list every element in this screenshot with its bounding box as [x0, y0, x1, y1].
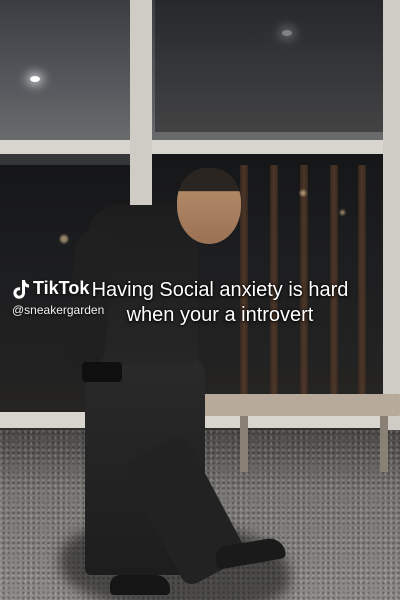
window-pane — [155, 0, 385, 132]
caption-line-1: Having Social anxiety is hard — [91, 279, 349, 301]
bench-leg — [380, 416, 388, 472]
bokeh-light — [340, 210, 345, 215]
person-belt — [82, 362, 122, 382]
ceiling-light — [30, 76, 40, 82]
person-shoe — [110, 575, 170, 595]
tiktok-logo-icon — [12, 279, 30, 299]
bokeh-light — [60, 235, 68, 243]
bench — [188, 394, 400, 416]
bench-leg — [240, 416, 248, 472]
window-frame — [383, 0, 400, 430]
photo-scene: TikTok @sneakergarden Having Social anxi… — [0, 0, 400, 600]
bokeh-light — [300, 190, 306, 196]
window-frame — [0, 140, 400, 154]
caption-line-2: when your a introvert — [126, 304, 314, 326]
person-head — [177, 168, 241, 244]
